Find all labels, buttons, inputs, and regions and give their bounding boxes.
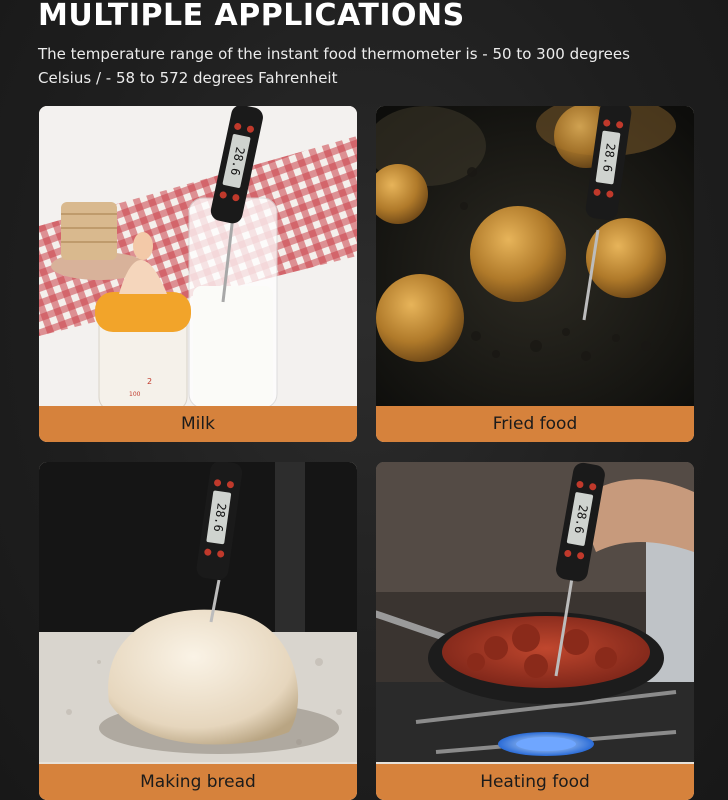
making-bread-photo: 28.6 xyxy=(39,462,357,762)
fried-food-photo: 28.6 xyxy=(376,106,694,406)
page-title: MULTIPLE APPLICATIONS xyxy=(38,0,465,33)
application-card-fried-food: 28.6 Fried food xyxy=(376,106,694,442)
bottle-mark-2: 100 xyxy=(129,391,141,398)
card-label-making-bread: Making bread xyxy=(39,764,357,800)
card-label-milk: Milk xyxy=(39,406,357,442)
application-card-milk: 2 100 28.6 Milk xyxy=(39,106,357,442)
heating-food-photo: 28.6 xyxy=(376,462,694,762)
bottle-mark-1: 2 xyxy=(147,377,152,386)
application-card-heating-food: 28.6 Heating food xyxy=(376,462,694,800)
card-label-heating-food: Heating food xyxy=(376,764,694,800)
application-card-making-bread: 28.6 Making bread xyxy=(39,462,357,800)
card-label-fried-food: Fried food xyxy=(376,406,694,442)
milk-photo: 2 100 28.6 xyxy=(39,106,357,406)
page-subtitle: The temperature range of the instant foo… xyxy=(38,45,630,87)
